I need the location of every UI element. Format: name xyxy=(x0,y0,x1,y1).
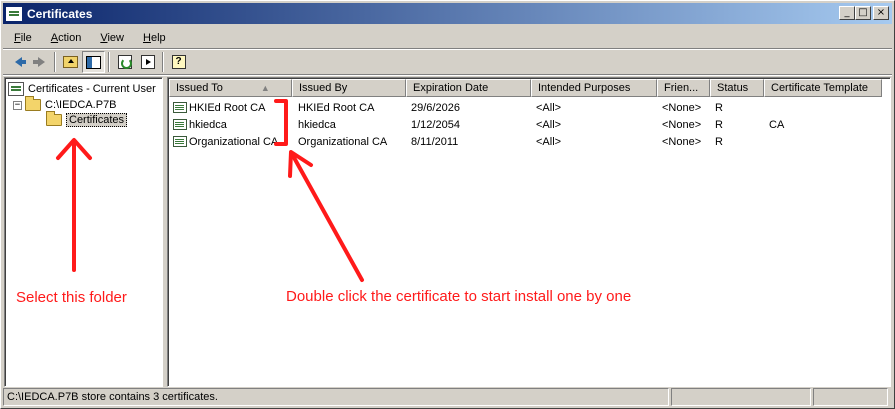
up-one-level-button[interactable] xyxy=(59,51,82,73)
tree-file-label: C:\IEDCA.P7B xyxy=(45,99,117,111)
tree-root-label: Certificates - Current User xyxy=(28,83,156,95)
tree-node-certificates[interactable]: Certificates xyxy=(46,111,128,128)
certificate-app-icon xyxy=(6,6,22,21)
certificate-icon xyxy=(173,136,187,147)
minimize-button[interactable]: _ xyxy=(839,6,855,20)
column-friendly-name[interactable]: Frien... xyxy=(657,79,710,97)
show-hide-tree-button[interactable] xyxy=(82,51,105,73)
forward-button[interactable] xyxy=(28,51,51,73)
column-issued-by[interactable]: Issued By xyxy=(292,79,406,97)
forward-arrow-icon xyxy=(33,57,45,67)
toolbar-separator xyxy=(108,52,110,72)
help-button[interactable]: ? xyxy=(167,51,190,73)
certificate-list[interactable]: Issued To ▲ Issued By Expiration Date Int… xyxy=(167,77,891,387)
status-panel-3 xyxy=(813,388,888,406)
folder-icon xyxy=(25,96,41,111)
console-tree[interactable]: Certificates - Current User − C:\IEDCA.P… xyxy=(4,77,163,387)
table-row[interactable]: hkiedca hkiedca 1/12/2054 <All> <None> R… xyxy=(169,116,882,133)
back-button[interactable] xyxy=(5,51,28,73)
certificates-window: Certificates _ □ × File Action View Help… xyxy=(0,0,895,409)
back-arrow-icon xyxy=(15,57,26,67)
tree-node-file[interactable]: − C:\IEDCA.P7B xyxy=(13,96,117,113)
status-panel-2 xyxy=(671,388,811,406)
toolbar-separator-line xyxy=(3,74,892,76)
tree-root[interactable]: Certificates - Current User xyxy=(8,81,156,97)
certificate-icon xyxy=(173,102,187,113)
column-issued-to[interactable]: Issued To ▲ xyxy=(169,79,292,97)
column-expiration-date[interactable]: Expiration Date xyxy=(406,79,531,97)
table-row[interactable]: Organizational CA Organizational CA 8/11… xyxy=(169,133,882,150)
column-status[interactable]: Status xyxy=(710,79,764,97)
help-icon: ? xyxy=(171,55,186,69)
menu-view[interactable]: View xyxy=(89,32,132,44)
toolbar: ? xyxy=(5,51,190,73)
console-tree-icon xyxy=(86,55,101,69)
menu-action[interactable]: Action xyxy=(40,32,90,44)
folder-open-icon xyxy=(46,111,62,126)
toolbar-separator xyxy=(162,52,164,72)
certificate-store-icon xyxy=(8,82,24,96)
column-certificate-template[interactable]: Certificate Template xyxy=(764,79,882,97)
window-title: Certificates xyxy=(27,6,93,21)
tree-certificates-label: Certificates xyxy=(66,113,128,127)
toolbar-separator xyxy=(54,52,56,72)
menu-separator xyxy=(3,48,892,50)
certificate-icon xyxy=(173,119,187,130)
annotation-double-click: Double click the certificate to start in… xyxy=(286,288,632,305)
maximize-button[interactable]: □ xyxy=(855,6,871,20)
sort-ascending-icon: ▲ xyxy=(260,83,270,93)
title-bar[interactable]: Certificates _ □ × xyxy=(3,3,892,24)
export-list-icon xyxy=(140,55,155,69)
folder-up-icon xyxy=(63,56,78,68)
status-message: C:\IEDCA.P7B store contains 3 certificat… xyxy=(3,388,669,406)
refresh-button[interactable] xyxy=(113,51,136,73)
list-header: Issued To ▲ Issued By Expiration Date Int… xyxy=(169,79,882,97)
menu-bar: File Action View Help xyxy=(3,28,174,47)
window-controls: _ □ × xyxy=(839,6,889,20)
annotation-select-folder: Select this folder xyxy=(16,289,127,306)
refresh-icon xyxy=(117,55,132,69)
menu-file[interactable]: File xyxy=(3,32,40,44)
collapse-toggle[interactable]: − xyxy=(13,100,22,110)
menu-help[interactable]: Help xyxy=(132,32,174,44)
table-row[interactable]: HKIEd Root CA HKIEd Root CA 29/6/2026 <A… xyxy=(169,99,882,116)
column-intended-purposes[interactable]: Intended Purposes xyxy=(531,79,657,97)
status-bar: C:\IEDCA.P7B store contains 3 certificat… xyxy=(3,388,890,407)
export-list-button[interactable] xyxy=(136,51,159,73)
close-button[interactable]: × xyxy=(873,6,889,20)
